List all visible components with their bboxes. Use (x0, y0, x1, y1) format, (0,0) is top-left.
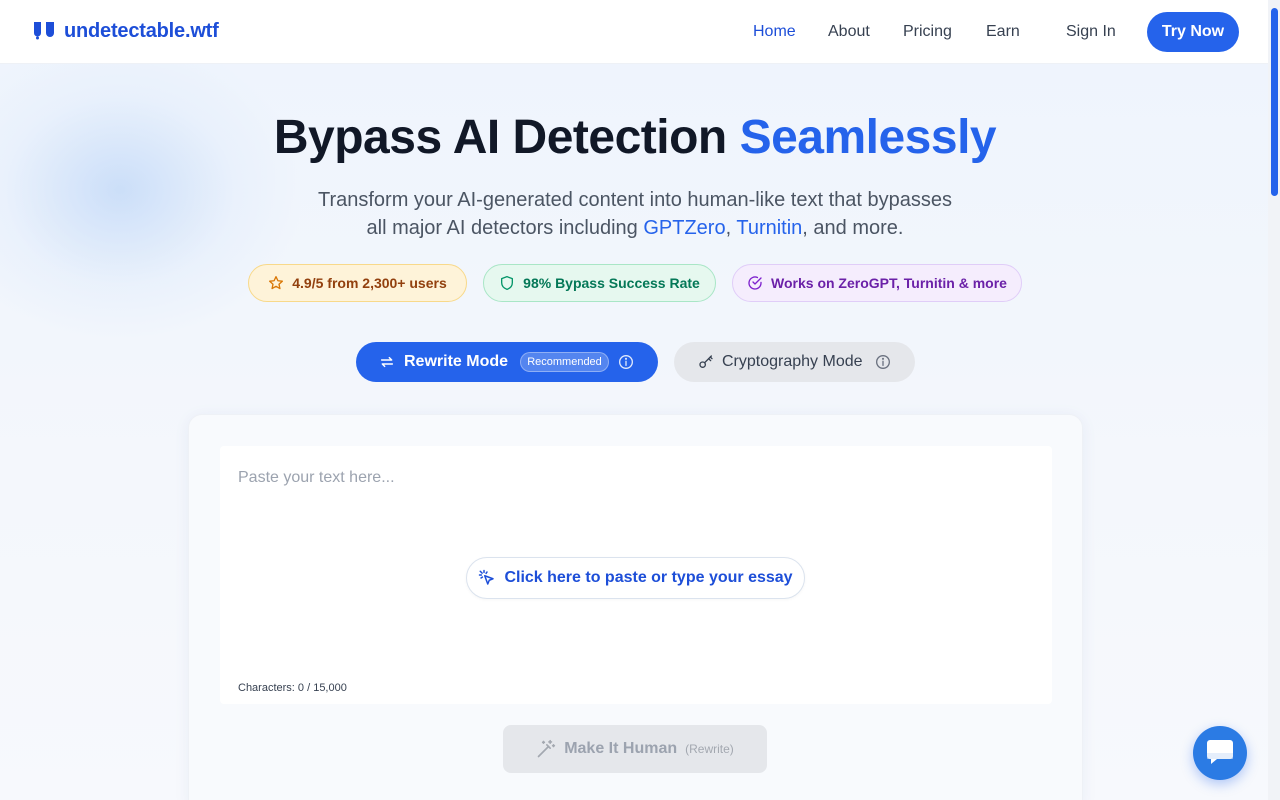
brand-logo[interactable]: undetectable.wtf (32, 20, 219, 43)
cryptography-mode-button[interactable]: Cryptography Mode (674, 342, 915, 382)
rewrite-mode-button[interactable]: Rewrite Mode Recommended (356, 342, 658, 382)
cursor-click-icon (479, 569, 495, 585)
magic-wand-icon (537, 739, 556, 758)
rating-badge: 4.9/5 from 2,300+ users (248, 264, 467, 302)
hero-subtitle: Transform your AI-generated content into… (0, 186, 1270, 242)
nav-about[interactable]: About (828, 23, 870, 41)
star-icon (269, 276, 284, 290)
swap-arrows-icon (380, 356, 394, 368)
recommended-badge: Recommended (520, 352, 609, 372)
sign-in-link[interactable]: Sign In (1066, 23, 1116, 41)
info-icon[interactable] (875, 354, 891, 370)
try-now-button[interactable]: Try Now (1147, 12, 1239, 52)
hero-subtitle-line1: Transform your AI-generated content into… (317, 189, 953, 211)
nav-pricing[interactable]: Pricing (903, 23, 952, 41)
works-badge-label: Works on ZeroGPT, Turnitin & more (771, 275, 1007, 291)
success-rate-badge: 98% Bypass Success Rate (483, 264, 716, 302)
nav-home[interactable]: Home (753, 23, 796, 41)
brand-name: undetectable.wtf (64, 20, 219, 42)
info-icon[interactable] (618, 354, 634, 370)
chat-bubble-icon (1207, 740, 1233, 764)
works-on-badge: Works on ZeroGPT, Turnitin & more (732, 264, 1022, 302)
scrollbar-thumb[interactable] (1271, 8, 1278, 196)
rewrite-mode-label: Rewrite Mode (404, 353, 509, 370)
essay-input[interactable] (238, 466, 1028, 490)
check-circle-icon (748, 276, 762, 290)
rating-badge-label: 4.9/5 from 2,300+ users (292, 275, 447, 291)
shield-icon (501, 276, 514, 290)
cryptography-mode-label: Cryptography Mode (722, 353, 863, 370)
text-editor[interactable]: Click here to paste or type your essay C… (220, 446, 1052, 704)
paste-essay-button[interactable]: Click here to paste or type your essay (466, 557, 805, 599)
make-it-human-mode: (Rewrite) (685, 742, 734, 756)
hero-subtitle-sep: , (725, 217, 737, 239)
make-it-human-label: Make It Human (564, 740, 678, 757)
hero-title-accent: Seamlessly (739, 111, 997, 164)
gptzero-link[interactable]: GPTZero (643, 217, 725, 239)
logo-icon (34, 21, 54, 39)
key-icon (699, 355, 713, 368)
turnitin-link[interactable]: Turnitin (736, 217, 802, 239)
chat-widget-button[interactable] (1193, 726, 1247, 780)
site-header: undetectable.wtf Home About Pricing Earn… (0, 0, 1268, 64)
nav-earn[interactable]: Earn (986, 23, 1020, 41)
character-count: Characters: 0 / 15,000 (238, 682, 347, 694)
hero-title: Bypass AI Detection Seamlessly (0, 110, 1270, 165)
hero-subtitle-suffix: , and more. (802, 217, 904, 239)
hero-subtitle-prefix: all major AI detectors including (366, 217, 644, 239)
make-it-human-button[interactable]: Make It Human (Rewrite) (503, 725, 767, 773)
paste-essay-label: Click here to paste or type your essay (504, 569, 793, 586)
hero-title-main: Bypass AI Detection (273, 111, 740, 164)
success-badge-label: 98% Bypass Success Rate (523, 275, 700, 291)
